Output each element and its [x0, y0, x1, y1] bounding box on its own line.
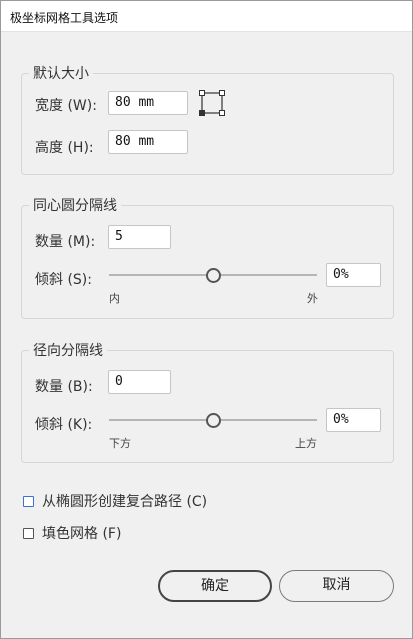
- radial-count-input[interactable]: 0: [108, 370, 171, 394]
- width-input[interactable]: 80 mm: [108, 91, 188, 115]
- radial-skew-label: 倾斜 (K):: [35, 417, 93, 433]
- ok-button[interactable]: 确定: [158, 570, 272, 602]
- title-bar: 极坐标网格工具选项: [1, 1, 412, 32]
- concentric-count-label: 数量 (M):: [35, 234, 96, 250]
- default-size-group: 默认大小: [21, 63, 394, 175]
- concentric-skew-label: 倾斜 (S):: [35, 272, 92, 288]
- compound-path-label[interactable]: 从椭圆形创建复合路径 (C): [42, 491, 207, 511]
- polar-grid-options-dialog: 极坐标网格工具选项 默认大小 宽度 (W): 80 mm 高度 (H): 80 …: [0, 0, 413, 639]
- height-input[interactable]: 80 mm: [108, 130, 188, 154]
- radial-skew-input[interactable]: 0%: [326, 408, 381, 432]
- radial-dividers-legend: 径向分隔线: [33, 343, 103, 359]
- window-title: 极坐标网格工具选项: [10, 11, 119, 25]
- compound-path-option[interactable]: 从椭圆形创建复合路径 (C): [23, 491, 207, 511]
- default-size-legend: 默认大小: [33, 66, 89, 82]
- radial-max-label: 上方: [295, 437, 317, 450]
- radial-count-label: 数量 (B):: [35, 379, 93, 395]
- fill-grid-checkbox[interactable]: [23, 527, 34, 539]
- fill-grid-label[interactable]: 填色网格 (F): [42, 523, 121, 543]
- concentric-dividers-legend: 同心圆分隔线: [33, 198, 117, 214]
- concentric-skew-input[interactable]: 0%: [326, 263, 381, 287]
- concentric-max-label: 外: [307, 292, 318, 305]
- concentric-skew-slider-thumb[interactable]: [206, 268, 221, 283]
- reference-point-icon[interactable]: [199, 90, 225, 116]
- concentric-dividers-group: 同心圆分隔线: [21, 195, 394, 319]
- radial-min-label: 下方: [109, 437, 131, 450]
- radial-skew-slider-thumb[interactable]: [206, 413, 221, 428]
- compound-path-checkbox[interactable]: [23, 495, 34, 507]
- radial-dividers-group: 径向分隔线: [21, 340, 394, 463]
- concentric-min-label: 内: [109, 292, 120, 305]
- width-label: 宽度 (W):: [35, 98, 97, 114]
- fill-grid-option[interactable]: 填色网格 (F): [23, 523, 121, 543]
- height-label: 高度 (H):: [35, 140, 94, 156]
- cancel-button[interactable]: 取消: [279, 570, 394, 602]
- concentric-count-input[interactable]: 5: [108, 225, 171, 249]
